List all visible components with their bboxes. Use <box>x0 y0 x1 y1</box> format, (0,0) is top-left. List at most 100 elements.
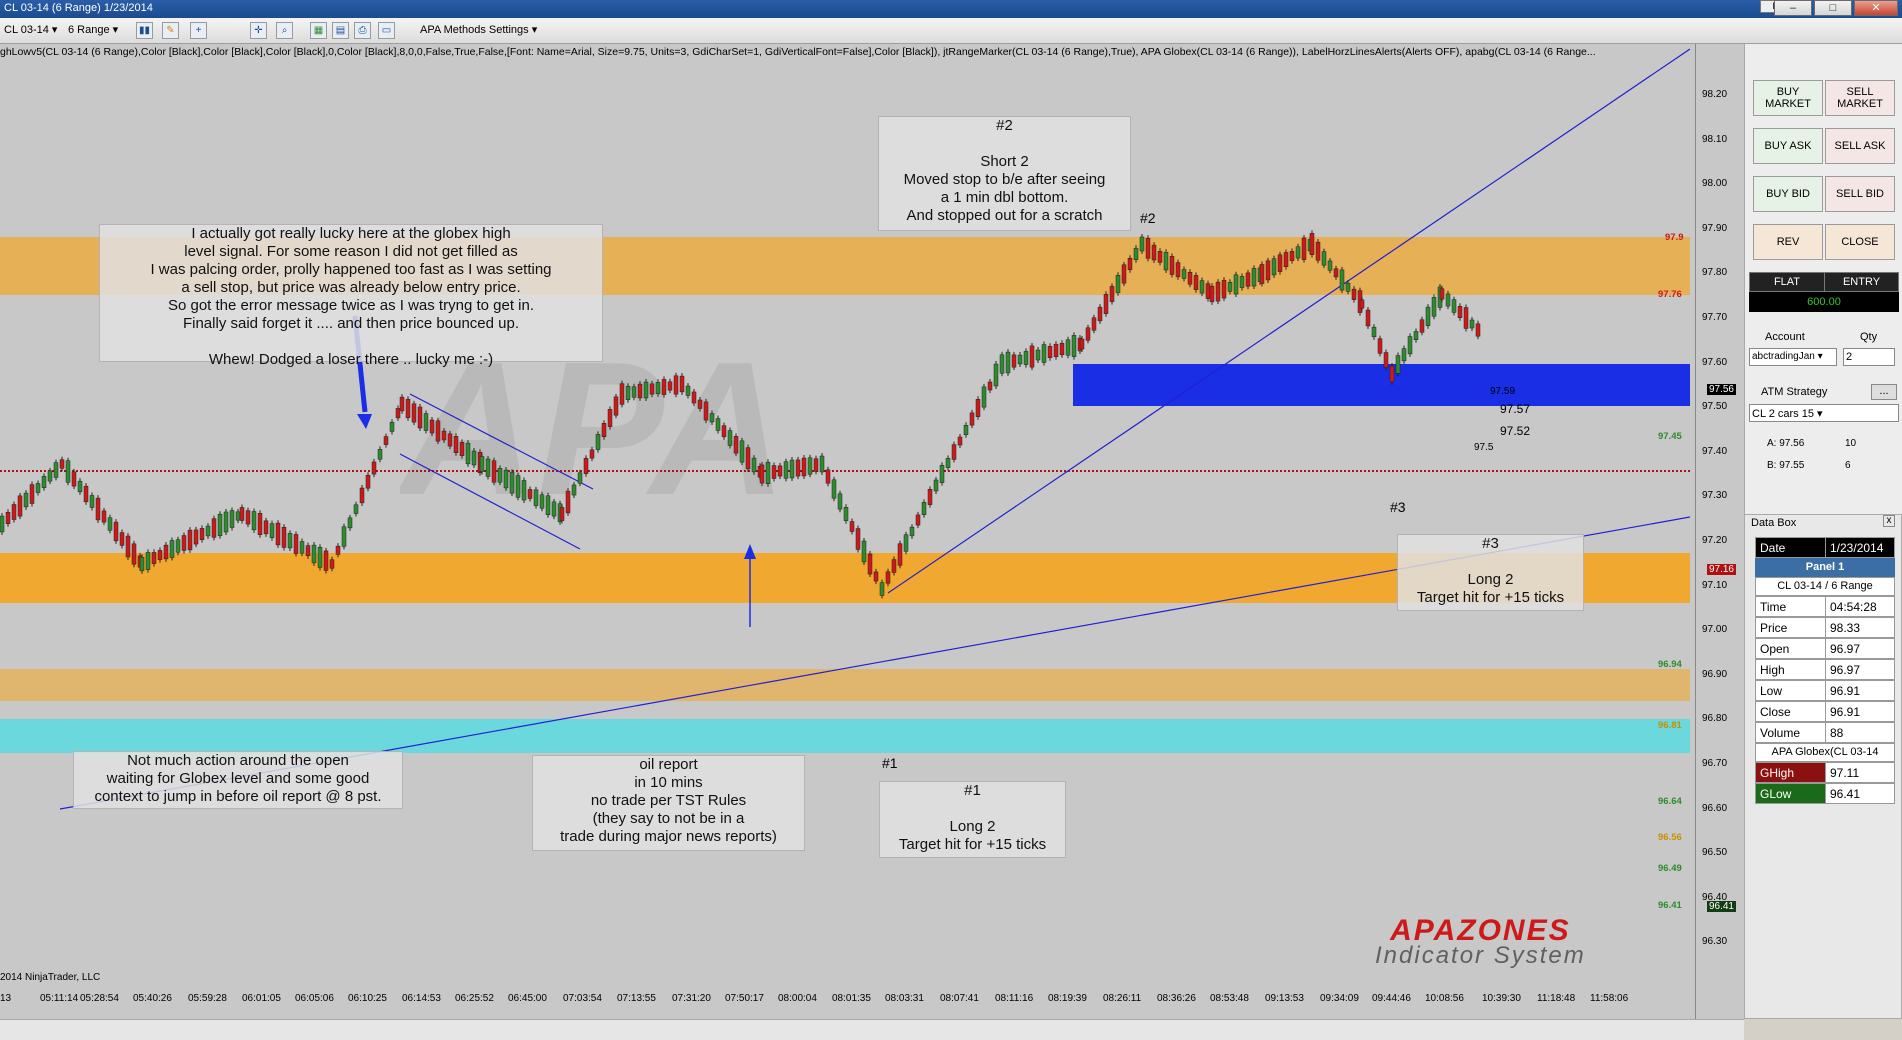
y-tick-label: 98.10 <box>1702 133 1728 145</box>
x-tick-label: 06:14:53 <box>402 993 441 1004</box>
data-box-row: Open 96.97 <box>1755 638 1895 659</box>
sell-bid-button[interactable]: SELL BID <box>1825 176 1895 212</box>
y-tick-label: 97.10 <box>1702 579 1728 591</box>
add-indicator-icon[interactable]: + <box>190 22 207 39</box>
position-status: FLAT ENTRY <box>1749 272 1899 292</box>
y-tick-label: 98.20 <box>1702 89 1728 100</box>
y-tick-label: 96.70 <box>1702 758 1728 769</box>
data-box-row: Close 96.91 <box>1755 701 1895 722</box>
y-tick-label: 98.00 <box>1702 178 1728 190</box>
zoom-icon[interactable]: ⌕ <box>276 22 293 39</box>
x-tick-label: 05:11:14 <box>40 993 79 1004</box>
qty-stepper[interactable]: 2 <box>1843 348 1895 366</box>
data-box-row: Price 98.33 <box>1755 617 1895 638</box>
data-box: Data Box x Date 1/23/2014 Panel 1 CL 03-… <box>1744 514 1902 1019</box>
maximize-button[interactable]: □ <box>1814 0 1852 16</box>
x-tick-label: 07:31:20 <box>672 993 711 1004</box>
data-box-row: Volume 88 <box>1755 722 1895 743</box>
data-box-row: High 96.97 <box>1755 659 1895 680</box>
close-position-button[interactable]: CLOSE <box>1825 224 1895 260</box>
x-tick-label: 06:01:05 <box>242 993 281 1004</box>
x-tick-label: 08:36:26 <box>1157 993 1196 1004</box>
pencil-icon[interactable]: ✎ <box>162 22 179 39</box>
bars-icon[interactable]: ▮▮ <box>136 22 153 39</box>
y-tick-label: 96.30 <box>1702 936 1728 948</box>
x-tick-label: 11:18:48 <box>1537 993 1576 1004</box>
chart-trader-panel: BUY MARKET SELL MARKET BUY ASK SELL ASK … <box>1744 44 1902 514</box>
x-tick-label: 13 <box>0 993 12 1004</box>
pnl-display: 600.00 <box>1749 292 1899 312</box>
x-tick-label: 05:40:26 <box>133 993 172 1004</box>
account-select[interactable]: abctradingJan ▾ <box>1749 348 1837 366</box>
apa-settings-menu[interactable]: APA Methods Settings ▾ <box>420 23 537 36</box>
x-tick-label: 08:01:35 <box>832 993 871 1004</box>
print-icon[interactable]: ⎙ <box>354 22 371 39</box>
title-bar: CL 03-14 (6 Range) 1/23/2014 L – □ ✕ <box>0 0 1902 18</box>
x-tick-label: 08:03:31 <box>885 993 924 1004</box>
y-tick-label: 97.20 <box>1702 535 1728 546</box>
sell-market-button[interactable]: SELL MARKET <box>1825 80 1895 116</box>
globex-header: APA Globex(CL 03-14 <box>1755 743 1895 762</box>
low-price-tag: 96.41 <box>1706 901 1736 912</box>
x-tick-label: 08:00:04 <box>778 993 817 1004</box>
ghigh-row: GHigh 97.11 <box>1755 762 1895 783</box>
x-tick-label: 08:26:11 <box>1103 993 1142 1004</box>
instrument-selector[interactable]: CL 03-14 ▾ <box>4 23 57 36</box>
atm-strategy-select[interactable]: CL 2 cars 15 ▾ <box>1749 404 1899 422</box>
x-tick-label: 07:50:17 <box>725 993 764 1004</box>
x-tick-label: 09:44:46 <box>1372 993 1411 1004</box>
atm-edit-button[interactable]: ... <box>1871 384 1897 400</box>
y-tick-label: 97.80 <box>1702 267 1728 279</box>
y-tick-label: 97.30 <box>1702 490 1728 502</box>
properties-icon[interactable]: ▤ <box>332 22 349 39</box>
data-box-icon[interactable]: ▦ <box>310 22 327 39</box>
x-tick-label: 07:03:54 <box>563 993 602 1004</box>
save-icon[interactable]: ▭ <box>378 22 395 39</box>
minimize-button[interactable]: – <box>1774 0 1812 16</box>
ask-size: 10 <box>1845 438 1857 449</box>
x-tick-label: 09:34:09 <box>1320 993 1359 1004</box>
glow-row: GLow 96.41 <box>1755 783 1895 804</box>
x-tick-label: 07:13:55 <box>617 993 656 1004</box>
y-tick-label: 97.90 <box>1702 222 1728 234</box>
panel-header: Panel 1 <box>1755 558 1895 577</box>
price-chart[interactable]: ghLowv5(CL 03-14 (6 Range),Color [Black]… <box>0 44 1696 1019</box>
ask-price: A: 97.56 <box>1767 438 1805 449</box>
reverse-button[interactable]: REV <box>1753 224 1823 260</box>
crosshair-icon[interactable]: ✛ <box>250 22 267 39</box>
y-tick-label: 96.60 <box>1702 802 1728 814</box>
sell-ask-button[interactable]: SELL ASK <box>1825 128 1895 164</box>
price-axis[interactable]: 98.20 98.10 98.00 97.90 97.80 97.70 97.60 97.50… <box>1696 44 1744 1019</box>
y-tick-label: 97.70 <box>1702 312 1728 323</box>
y-tick-label: 97.00 <box>1702 624 1728 636</box>
x-tick-label: 08:19:39 <box>1048 993 1087 1004</box>
line-price-tag: 97.16 <box>1706 564 1736 575</box>
x-tick-label: 05:59:28 <box>188 993 227 1004</box>
chart-toolbar: CL 03-14 ▾ 6 Range ▾ ▮▮ ✎ + ✛ ⌕ ▦ ▤ ⎙ ▭ … <box>0 18 1902 44</box>
bid-price: B: 97.55 <box>1767 460 1805 471</box>
x-tick-label: 10:39:30 <box>1482 993 1521 1004</box>
buy-bid-button[interactable]: BUY BID <box>1753 176 1823 212</box>
close-window-button[interactable]: ✕ <box>1854 0 1898 16</box>
x-tick-label: 06:05:06 <box>295 993 334 1004</box>
x-tick-label: 09:13:53 <box>1265 993 1304 1004</box>
date-row: Date 1/23/2014 <box>1755 537 1895 558</box>
atm-label: ATM Strategy <box>1761 386 1828 398</box>
x-tick-label: 06:45:00 <box>508 993 547 1004</box>
data-box-close-button[interactable]: x <box>1883 515 1895 527</box>
account-label: Account <box>1765 331 1805 343</box>
window-title: CL 03-14 (6 Range) 1/23/2014 <box>4 2 153 14</box>
x-tick-label: 06:10:25 <box>348 993 387 1004</box>
buy-ask-button[interactable]: BUY ASK <box>1753 128 1823 164</box>
y-tick-label: 96.90 <box>1702 668 1728 680</box>
y-tick-label: 97.40 <box>1702 445 1728 457</box>
buy-market-button[interactable]: BUY MARKET <box>1753 80 1823 116</box>
horizontal-scrollbar[interactable] <box>0 1019 1744 1040</box>
x-tick-label: 05:28:54 <box>80 993 119 1004</box>
period-selector[interactable]: 6 Range ▾ <box>68 23 118 36</box>
data-box-row: Time 04:54:28 <box>1755 596 1895 617</box>
x-tick-label: 11:58:06 <box>1590 993 1629 1004</box>
qty-label: Qty <box>1860 331 1878 343</box>
x-tick-label: 08:11:16 <box>995 993 1034 1004</box>
y-tick-label: 96.50 <box>1702 847 1728 859</box>
